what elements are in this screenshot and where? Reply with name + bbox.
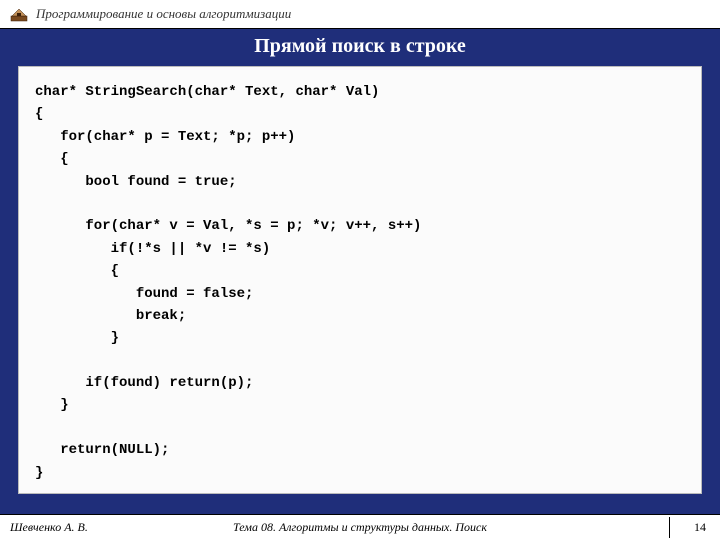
footer-author: Шевченко А. В. bbox=[10, 520, 88, 535]
code-panel: char* StringSearch(char* Text, char* Val… bbox=[18, 66, 702, 494]
logo-icon bbox=[10, 6, 28, 22]
code-block: char* StringSearch(char* Text, char* Val… bbox=[35, 81, 685, 484]
header-bar: Программирование и основы алгоритмизации bbox=[0, 0, 720, 28]
footer-page-number: 14 bbox=[694, 520, 706, 535]
slide-title: Прямой поиск в строке bbox=[0, 35, 720, 58]
slide-body: Прямой поиск в строке char* StringSearch… bbox=[0, 29, 720, 514]
course-title: Программирование и основы алгоритмизации bbox=[36, 6, 291, 22]
footer-topic: Тема 08. Алгоритмы и структуры данных. П… bbox=[233, 520, 487, 535]
footer-bar: Шевченко А. В. Тема 08. Алгоритмы и стру… bbox=[0, 514, 720, 540]
footer-divider bbox=[669, 517, 670, 538]
